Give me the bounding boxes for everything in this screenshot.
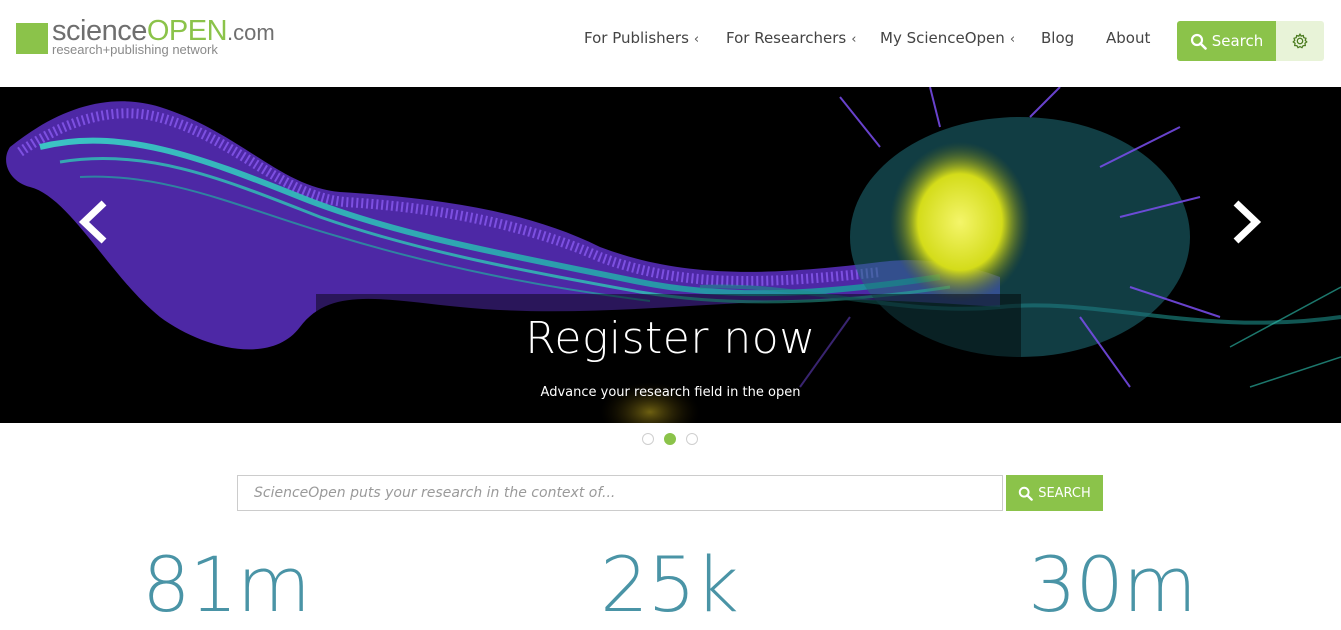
carousel-dot-3[interactable] [686, 433, 698, 445]
stat-articles-count: 81m [142, 540, 311, 629]
header-search-button[interactable]: Search [1177, 21, 1276, 61]
carousel-dot-2[interactable] [664, 433, 676, 445]
logo-square [16, 23, 48, 54]
nav-label: My ScienceOpen [880, 29, 1005, 47]
site-logo[interactable]: scienceOPEN.com research+publishing netw… [16, 14, 296, 62]
nav-my-scienceopen[interactable]: My ScienceOpen ‹ [880, 29, 1015, 47]
nav-label: For Publishers [584, 29, 689, 47]
search-input[interactable] [237, 475, 1003, 511]
search-icon [1018, 486, 1034, 501]
logo-tagline: research+publishing network [52, 42, 218, 57]
nav-for-researchers[interactable]: For Researchers ‹ [726, 29, 856, 47]
nav-about[interactable]: About [1106, 29, 1150, 47]
nav-label: About [1106, 29, 1151, 47]
header-search-label: Search [1211, 32, 1264, 50]
stat-researchers-count: 25k [600, 540, 739, 629]
stat-abstracts-count: 30m [1028, 540, 1197, 629]
carousel-dot-1[interactable] [642, 433, 654, 445]
nav-label: For Researchers [726, 29, 847, 47]
nav-blog[interactable]: Blog [1041, 29, 1074, 47]
chevron-left-icon: ‹ [851, 32, 857, 47]
logo-com: .com [227, 20, 275, 45]
carousel-prev-button[interactable] [74, 197, 114, 247]
hero-carousel: Register now Advance your research field… [0, 87, 1341, 423]
site-header: scienceOPEN.com research+publishing netw… [0, 0, 1341, 87]
chevron-right-icon [1233, 200, 1262, 244]
gear-icon [1292, 33, 1308, 49]
nav-label: Blog [1041, 29, 1075, 47]
chevron-left-icon: ‹ [693, 32, 700, 47]
search-submit-button[interactable]: SEARCH [1006, 475, 1103, 511]
chevron-left-icon: ‹ [1009, 32, 1016, 47]
hero-subtitle: Advance your research field in the open [540, 385, 801, 400]
header-settings-button[interactable] [1276, 21, 1324, 61]
chevron-left-icon [78, 200, 107, 244]
nav-for-publishers[interactable]: For Publishers ‹ [584, 29, 699, 47]
search-submit-label: SEARCH [1038, 485, 1091, 501]
search-icon [1190, 33, 1207, 50]
carousel-next-button[interactable] [1226, 197, 1266, 247]
hero-title[interactable]: Register now [0, 313, 1341, 364]
